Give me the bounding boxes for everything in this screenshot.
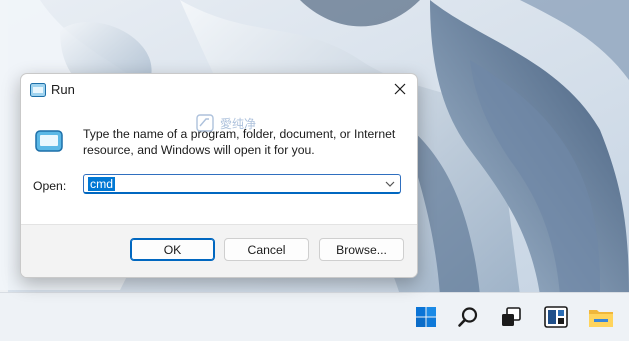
title-bar[interactable]: Run	[21, 74, 417, 106]
close-icon	[394, 83, 406, 95]
open-combobox[interactable]: cmd	[83, 174, 401, 194]
dialog-description: Type the name of a program, folder, docu…	[83, 127, 396, 157]
run-dialog: Run 愛纯净 Type the name of a program, fold…	[20, 73, 418, 278]
run-large-icon	[35, 130, 63, 152]
chevron-down-icon[interactable]	[384, 178, 396, 190]
open-label: Open:	[33, 179, 67, 193]
cancel-button[interactable]: Cancel	[224, 238, 309, 261]
dialog-footer: OK Cancel Browse...	[21, 224, 417, 277]
open-input[interactable]: cmd	[88, 177, 116, 191]
search-icon[interactable]	[452, 301, 484, 333]
browse-button[interactable]: Browse...	[319, 238, 404, 261]
file-explorer-icon[interactable]	[585, 301, 617, 333]
widgets-icon[interactable]	[540, 301, 572, 333]
taskbar	[0, 292, 629, 341]
ok-button[interactable]: OK	[130, 238, 215, 261]
start-icon[interactable]	[410, 301, 442, 333]
task-view-icon[interactable]	[495, 301, 527, 333]
dialog-title: Run	[51, 82, 75, 97]
close-button[interactable]	[383, 74, 417, 104]
run-icon	[30, 83, 46, 97]
